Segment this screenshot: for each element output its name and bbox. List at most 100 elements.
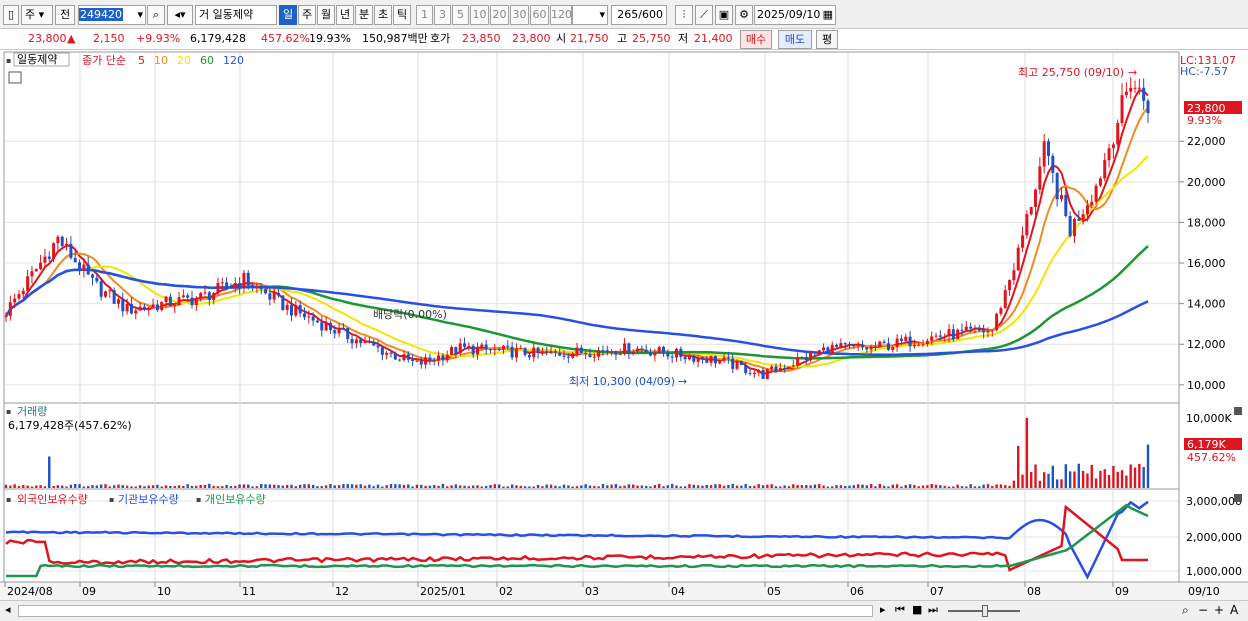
calendar-icon[interactable]: ▦ xyxy=(823,6,833,24)
market-select[interactable]: 주 ▾ xyxy=(21,5,53,25)
volume-bar xyxy=(350,484,354,488)
volume-bar xyxy=(856,484,860,488)
save-icon[interactable]: ▣ xyxy=(715,5,733,25)
date-field[interactable]: 2025/09/10 ▦ xyxy=(754,5,836,25)
count-field[interactable]: 265/600 xyxy=(611,5,667,25)
table-icon[interactable] xyxy=(8,71,22,84)
period-tab-6[interactable]: 틱 xyxy=(393,5,411,25)
volume-bar xyxy=(1133,467,1137,488)
period-tab-3[interactable]: 년 xyxy=(336,5,354,25)
interval-tab-6[interactable]: 60 xyxy=(530,5,549,25)
candle-body xyxy=(155,304,159,311)
stop-icon[interactable]: ■ xyxy=(912,603,922,616)
svg-text:▪: ▪ xyxy=(6,495,11,504)
volume-bar xyxy=(882,485,886,488)
font-size-icon[interactable]: A xyxy=(1230,603,1238,617)
candle-body xyxy=(644,349,648,353)
candle-body xyxy=(977,327,981,331)
zoom-slider-thumb[interactable] xyxy=(982,605,988,617)
period-tab-5[interactable]: 초 xyxy=(374,5,392,25)
volume-bar xyxy=(895,484,899,488)
volume-bar xyxy=(805,484,808,488)
volume-bar xyxy=(22,484,25,488)
forward-icon[interactable]: ⏭ xyxy=(928,603,938,617)
volume-bar xyxy=(562,484,566,488)
candle-body xyxy=(82,264,86,271)
svg-text:▪: ▪ xyxy=(6,407,11,416)
volume-bar xyxy=(463,485,466,488)
zoom-out-icon[interactable]: − xyxy=(1198,603,1208,617)
candle-body xyxy=(95,277,99,282)
stock-chart[interactable]: ▪ 일동제약 종가 단순 5 10 20 60 120 LC:131.07 HC:-7.… xyxy=(0,51,1248,600)
candle-body xyxy=(636,348,640,352)
candle-body xyxy=(164,296,168,303)
prev-button[interactable]: 전 xyxy=(55,5,75,25)
volume-bar xyxy=(285,484,289,488)
candle-icon[interactable]: ⫶ xyxy=(675,5,693,25)
sell-button[interactable]: 매도 xyxy=(778,30,812,49)
candle-body xyxy=(757,369,761,373)
candle-body xyxy=(290,304,293,316)
candle-body xyxy=(999,308,1003,314)
volume-bar xyxy=(247,484,250,488)
interval-tab-1[interactable]: 3 xyxy=(434,5,451,25)
holdings-panel-close-icon[interactable] xyxy=(1234,494,1242,502)
indiv-label: 개인보유수량 xyxy=(205,493,266,506)
candle-body xyxy=(605,350,609,352)
volume-bar xyxy=(1112,465,1115,488)
period-tab-1[interactable]: 주 xyxy=(298,5,316,25)
interval-tab-3[interactable]: 10 xyxy=(470,5,489,25)
buy-button[interactable]: 매수 xyxy=(740,30,772,49)
speaker-icon[interactable]: ◂▾ xyxy=(167,5,193,25)
volume-bar xyxy=(545,484,548,488)
eval-button[interactable]: 평 xyxy=(816,30,838,49)
scroll-track[interactable] xyxy=(18,605,873,617)
candle-body xyxy=(376,345,380,348)
interval-tab-0[interactable]: 1 xyxy=(416,5,433,25)
candle-body xyxy=(674,348,678,358)
interval-dropdown[interactable]: ▾ xyxy=(572,5,608,25)
price-tick-0: 22,000 xyxy=(1187,135,1226,148)
line-tool-icon[interactable]: ⟋ xyxy=(695,5,713,25)
volume-bar xyxy=(402,484,406,488)
candle-body xyxy=(761,369,765,379)
scroll-left-icon[interactable]: ◂ xyxy=(5,603,11,616)
candle-body xyxy=(467,345,471,347)
volume-bar xyxy=(156,484,159,488)
volume-bar xyxy=(143,486,146,488)
bid-price: 23,800 xyxy=(512,32,551,45)
stock-name-field[interactable]: 거 일동제약 xyxy=(195,5,277,25)
gear-icon[interactable]: ⚙ xyxy=(735,5,753,25)
candle-body xyxy=(302,313,306,318)
candle-body xyxy=(450,347,454,355)
low-price: 21,400 xyxy=(694,32,733,45)
volume-bar xyxy=(822,485,825,488)
volume-bar xyxy=(1099,470,1102,488)
volume-bar xyxy=(182,485,185,488)
volume-bar xyxy=(190,485,194,488)
stock-code-input[interactable]: 249420 ▾ xyxy=(78,5,146,25)
period-tab-0[interactable]: 일 xyxy=(279,5,297,25)
volume-bar xyxy=(86,486,90,488)
zoom-in-icon[interactable]: + xyxy=(1214,603,1224,617)
candle-body xyxy=(363,341,367,344)
interval-tab-5[interactable]: 30 xyxy=(510,5,529,25)
candle-body xyxy=(311,316,315,321)
interval-tab-4[interactable]: 20 xyxy=(490,5,509,25)
candle-body xyxy=(709,356,713,363)
candle-body xyxy=(43,256,47,263)
interval-tab-2[interactable]: 5 xyxy=(452,5,469,25)
chart-scrollbar[interactable]: ◂ ▸ ⏮ ■ ⏭ ⌕ − + A xyxy=(0,600,1248,621)
candle-body xyxy=(705,359,709,363)
volume-panel-close-icon[interactable] xyxy=(1234,407,1242,415)
interval-tab-7[interactable]: 120 xyxy=(550,5,572,25)
rewind-icon[interactable]: ⏮ xyxy=(895,603,905,617)
period-tab-4[interactable]: 분 xyxy=(355,5,373,25)
scroll-right-icon[interactable]: ▸ xyxy=(880,603,886,616)
magnifier-icon[interactable]: ⌕ xyxy=(1182,603,1189,618)
candle-body xyxy=(1137,87,1141,89)
chart-type-icon[interactable]: ▯ xyxy=(3,5,19,25)
price-change: 2,150 xyxy=(93,32,125,45)
period-tab-2[interactable]: 월 xyxy=(317,5,335,25)
search-icon[interactable]: ⌕ xyxy=(147,5,165,25)
